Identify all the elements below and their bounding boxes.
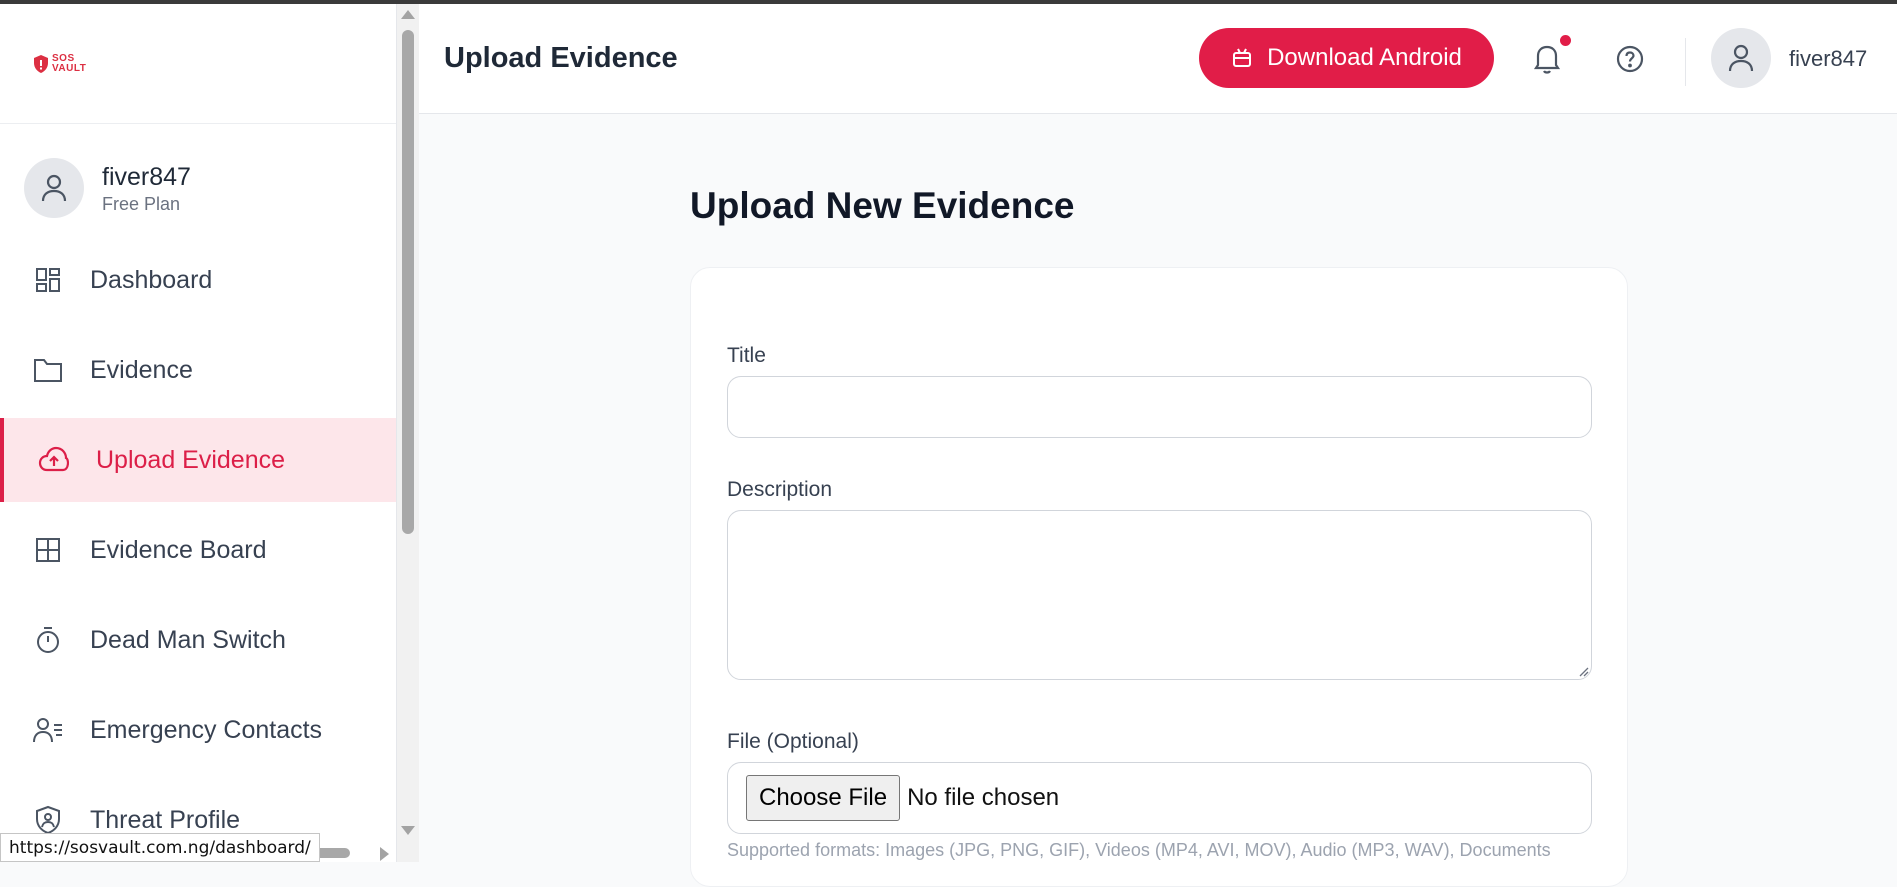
sidebar-item-label: Dashboard <box>90 265 213 294</box>
timer-icon <box>32 624 64 656</box>
top-header: Upload Evidence Download Android fiver84… <box>419 4 1897 114</box>
sidebar-item-emergency-contacts[interactable]: Emergency Contacts <box>0 688 396 772</box>
user-plan: Free Plan <box>102 193 181 214</box>
download-android-label: Download Android <box>1267 44 1462 71</box>
notification-bell-icon[interactable] <box>1529 40 1565 76</box>
status-bar-url: https://sosvault.com.ng/dashboard/ <box>0 833 320 862</box>
sidebar-item-upload-evidence[interactable]: Upload Evidence <box>0 418 396 502</box>
title-input[interactable] <box>727 376 1592 438</box>
sidebar-item-evidence[interactable]: Evidence <box>0 328 396 412</box>
description-label: Description <box>727 478 833 501</box>
user-name: fiver847 <box>102 162 191 191</box>
sidebar-item-label: Evidence Board <box>90 535 267 564</box>
scroll-up-arrow-icon[interactable] <box>401 10 415 19</box>
logo-text-line2: VAULT <box>52 62 87 74</box>
user-icon <box>41 174 67 202</box>
file-input[interactable]: Choose File No file chosen <box>727 762 1592 834</box>
sidebar-item-dashboard[interactable]: Dashboard <box>0 238 396 322</box>
android-icon <box>1233 48 1252 67</box>
user-icon <box>1728 44 1754 72</box>
sidebar-item-label: Upload Evidence <box>96 445 286 474</box>
contacts-icon <box>32 714 64 746</box>
sidebar-item-evidence-board[interactable]: Evidence Board <box>0 508 396 592</box>
description-textarea[interactable] <box>727 510 1592 680</box>
sidebar-item-label: Emergency Contacts <box>90 715 323 744</box>
supported-formats-hint: Supported formats: Images (JPG, PNG, GIF… <box>727 840 1551 860</box>
upload-form-card: Title Description File (Optional) Choose… <box>690 267 1628 887</box>
header-avatar[interactable] <box>1711 28 1771 88</box>
scroll-down-arrow-icon[interactable] <box>401 826 415 835</box>
sidebar-item-label: Dead Man Switch <box>90 625 286 654</box>
shield-user-icon <box>32 804 64 836</box>
notification-dot <box>1560 35 1571 46</box>
resize-handle-icon[interactable] <box>1577 665 1589 677</box>
sidebar-item-label: Evidence <box>90 355 193 384</box>
content-heading: Upload New Evidence <box>690 185 1075 226</box>
sidebar-nav: Dashboard Evidence Upload Evidence Evide… <box>0 238 396 862</box>
header-divider <box>1685 38 1686 86</box>
folder-icon <box>32 354 64 386</box>
sidebar-item-label: Threat Profile <box>90 805 241 834</box>
grid-icon <box>32 534 64 566</box>
title-label: Title <box>727 344 766 367</box>
avatar[interactable] <box>24 158 84 218</box>
sidebar-item-dead-man-switch[interactable]: Dead Man Switch <box>0 598 396 682</box>
logo-area: SOS VAULT <box>0 4 396 124</box>
dashboard-icon <box>32 264 64 296</box>
choose-file-button[interactable]: Choose File <box>746 775 901 821</box>
sidebar-scrollbar-thumb[interactable] <box>402 30 414 534</box>
no-file-chosen-text: No file chosen <box>907 784 1060 811</box>
logo-text-line1: SOS <box>52 52 75 64</box>
page-title: Upload Evidence <box>444 42 678 74</box>
cloud-upload-icon <box>38 444 70 476</box>
scroll-right-arrow-icon[interactable] <box>380 847 389 861</box>
shield-logo-icon <box>34 54 48 73</box>
file-label: File (Optional) <box>727 730 859 753</box>
help-icon[interactable] <box>1615 44 1645 74</box>
sos-vault-logo[interactable]: SOS VAULT <box>34 52 87 74</box>
sidebar: SOS VAULT fiver847 Free Plan Dashboard E… <box>0 4 397 862</box>
sidebar-user-card: fiver847 Free Plan <box>0 124 396 228</box>
download-android-button[interactable]: Download Android <box>1199 28 1494 88</box>
header-username[interactable]: fiver847 <box>1789 46 1867 72</box>
